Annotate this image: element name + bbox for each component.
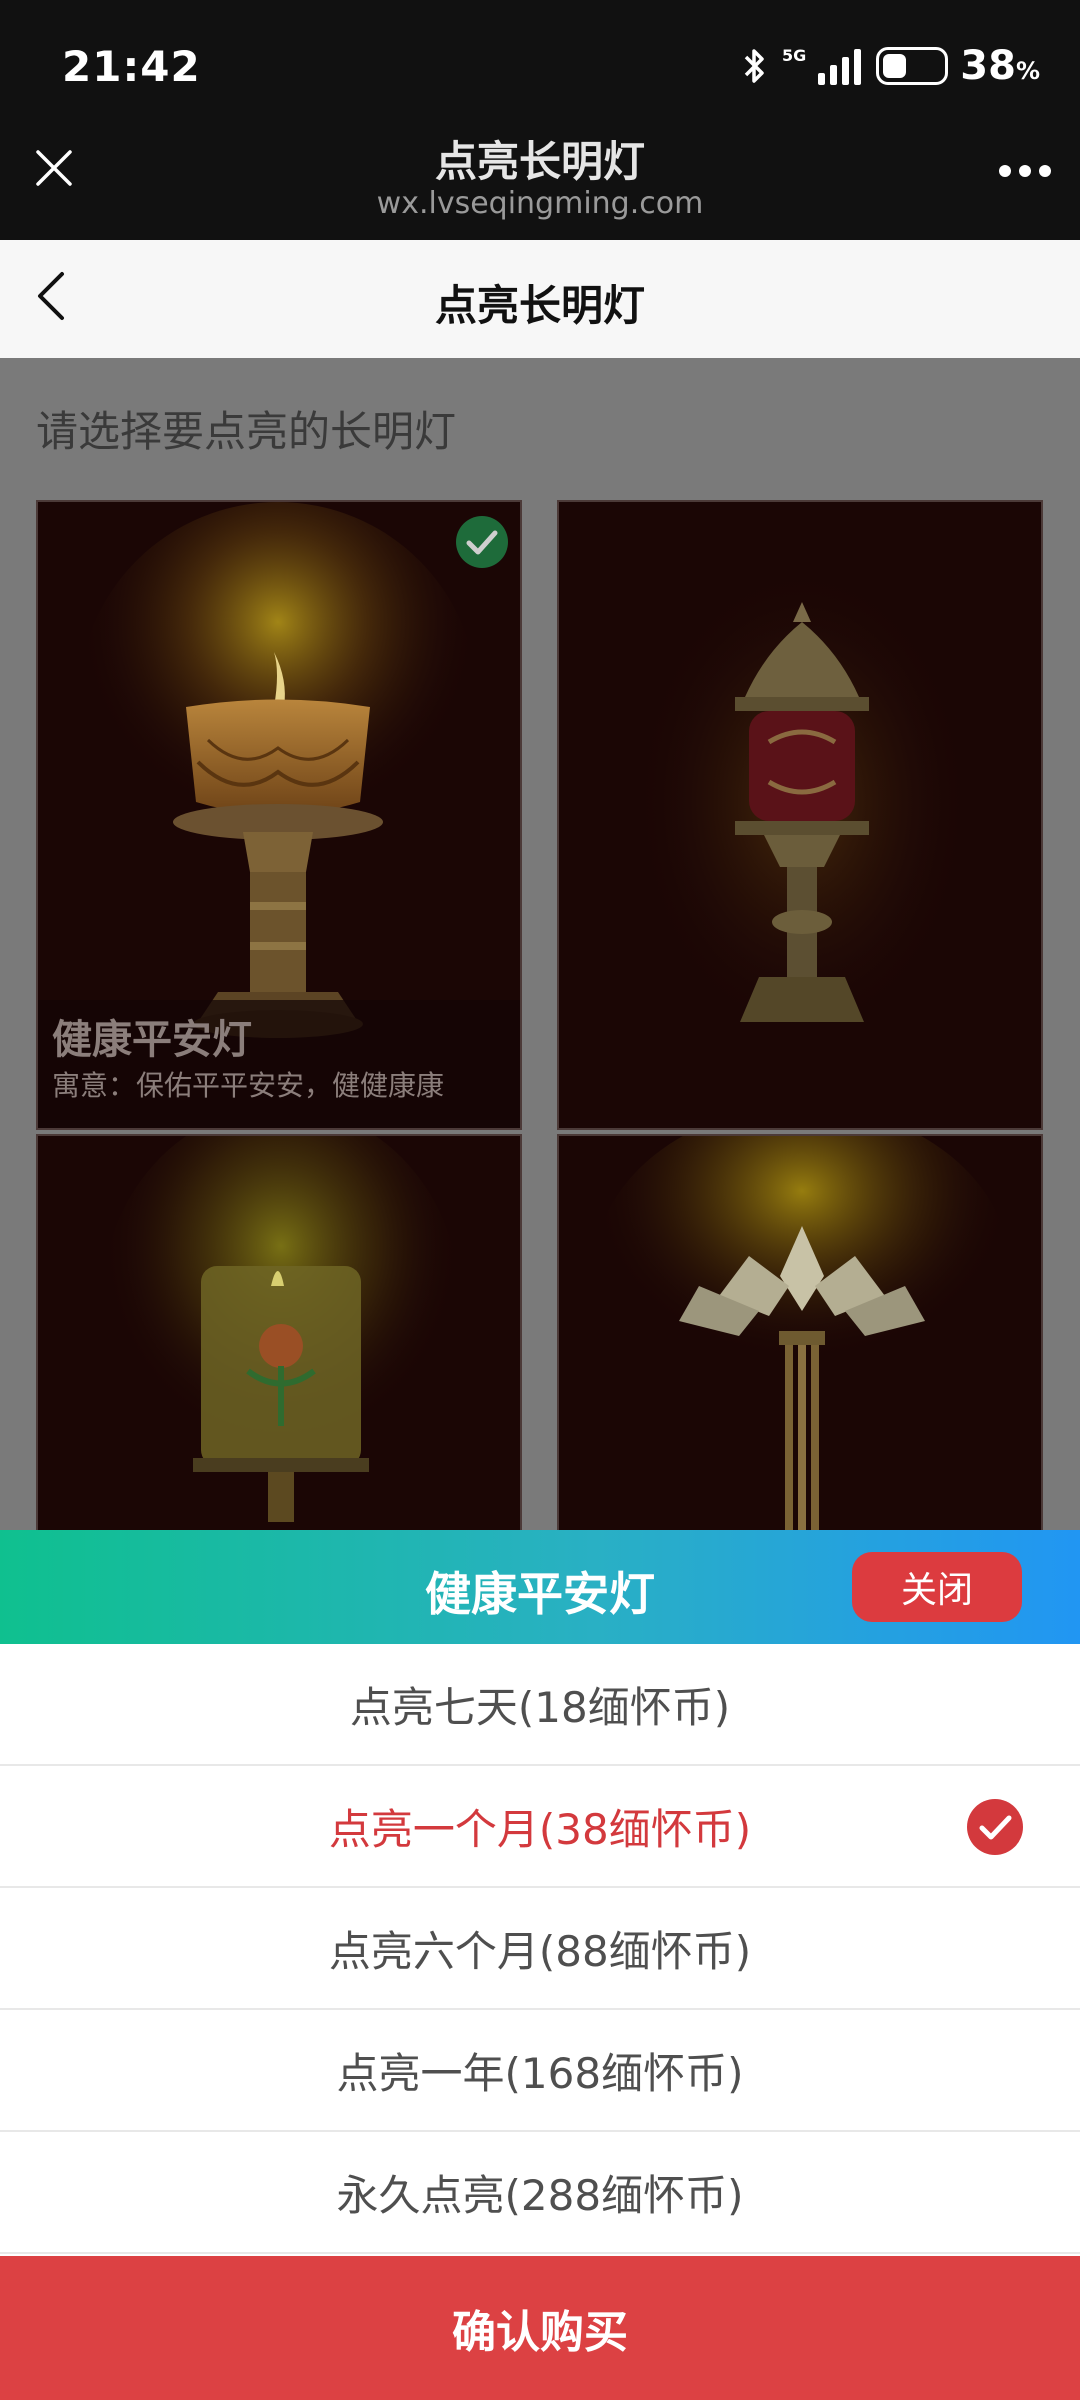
bluetooth-icon [744, 49, 764, 83]
lamp-card-pagoda[interactable] [557, 500, 1043, 1130]
web-page-url: wx.lvseqingming.com [376, 186, 704, 221]
status-time: 21:42 [62, 42, 201, 91]
nav-bar: 点亮长明灯 [0, 240, 1080, 358]
lotus-glass-lantern-icon [38, 1136, 520, 1530]
option-label: 点亮一个月(38缅怀币) [328, 1804, 752, 1854]
status-icons: 5G 38% [740, 43, 1040, 89]
brass-pagoda-lamp-icon [559, 502, 1041, 1128]
lamp-selection-content: 请选择要点亮的长明灯 健康平安灯 寓意：保佑平平安安，健健康康 [0, 358, 1080, 1530]
battery-percentage: 38% [960, 43, 1040, 89]
network-type-label: 5G [782, 46, 807, 65]
option-label: 点亮六个月(88缅怀币) [328, 1926, 752, 1976]
option-label: 点亮一年(168缅怀币) [336, 2048, 744, 2098]
sheet-header: 健康平安灯 关闭 [0, 1530, 1080, 1644]
option-one-month[interactable]: 点亮一个月(38缅怀币) [0, 1766, 1080, 1888]
lamp-card-health-peace[interactable]: 健康平安灯 寓意：保佑平平安安，健健康康 [36, 500, 522, 1130]
nav-title: 点亮长明灯 [434, 281, 645, 330]
selected-check-icon [456, 516, 508, 568]
duration-bottom-sheet: 健康平安灯 关闭 点亮七天(18缅怀币) 点亮一个月(38缅怀币) 点亮六个月(… [0, 1530, 1080, 2400]
lamp-name: 健康平安灯 [52, 1017, 252, 1063]
status-bar: 21:42 5G 38% [0, 0, 1080, 134]
option-label: 永久点亮(288缅怀币) [336, 2170, 744, 2220]
signal-strength-icon [818, 49, 862, 85]
option-one-year[interactable]: 点亮一年(168缅怀币) [0, 2010, 1080, 2132]
select-prompt: 请选择要点亮的长明灯 [36, 407, 457, 456]
battery-fill [883, 54, 907, 78]
option-permanent[interactable]: 永久点亮(288缅怀币) [0, 2132, 1080, 2254]
selected-check-icon [967, 1799, 1023, 1855]
more-dots-icon[interactable] [998, 164, 1052, 178]
option-seven-days[interactable]: 点亮七天(18缅怀币) [0, 1644, 1080, 1766]
web-page-title: 点亮长明灯 [434, 137, 645, 186]
crystal-lotus-lamp-icon [559, 1136, 1041, 1530]
lamp-caption: 健康平安灯 寓意：保佑平平安安，健健康康 [38, 1000, 520, 1128]
web-header: 点亮长明灯 wx.lvseqingming.com [0, 134, 1080, 240]
close-button[interactable]: 关闭 [852, 1552, 1022, 1622]
confirm-purchase-button[interactable]: 确认购买 [0, 2256, 1080, 2400]
lamp-card-crystal-lotus[interactable] [557, 1134, 1043, 1530]
duration-option-list: 点亮七天(18缅怀币) 点亮一个月(38缅怀币) 点亮六个月(88缅怀币) 点亮… [0, 1644, 1080, 2254]
lamp-meaning: 寓意：保佑平平安安，健健康康 [52, 1069, 445, 1102]
lamp-card-lantern[interactable] [36, 1134, 522, 1530]
option-six-months[interactable]: 点亮六个月(88缅怀币) [0, 1888, 1080, 2010]
option-label: 点亮七天(18缅怀币) [349, 1682, 731, 1732]
battery-icon [876, 47, 949, 85]
